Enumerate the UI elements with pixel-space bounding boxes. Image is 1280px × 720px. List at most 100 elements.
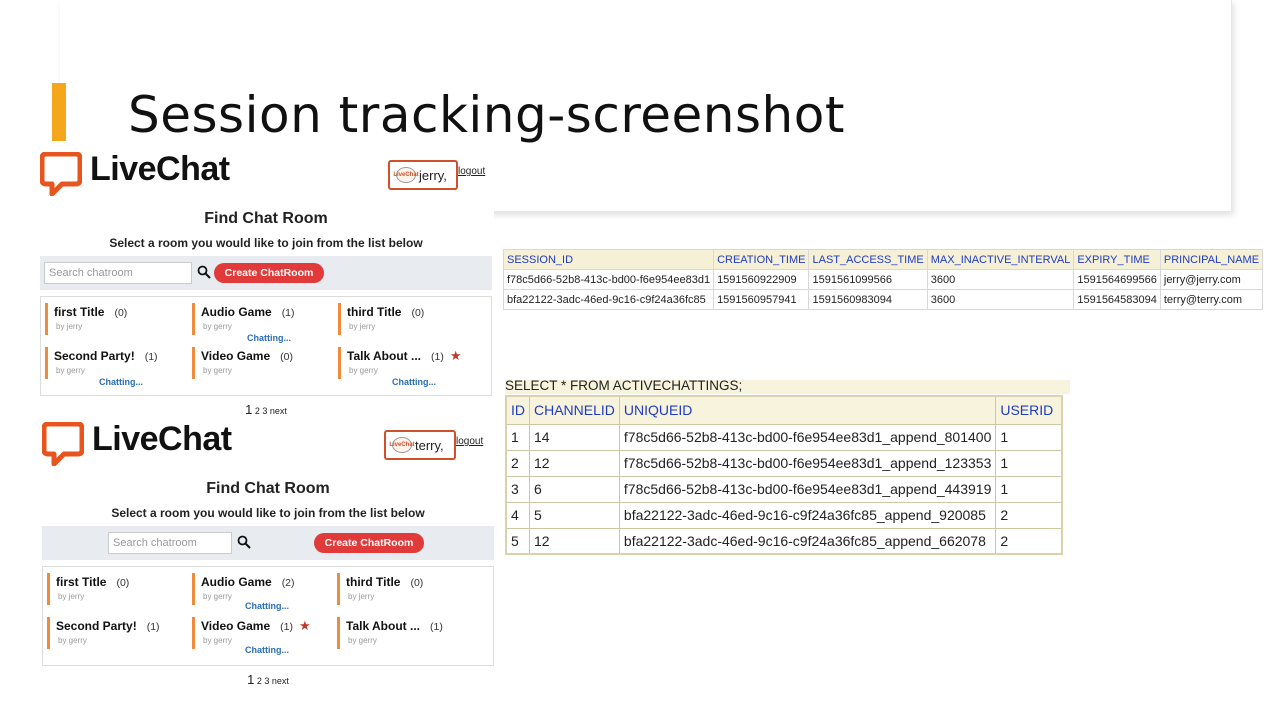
room-item[interactable]: Second Party! (1) by gerry [45,347,185,379]
room-item[interactable]: third Title (0) by jerry [338,303,478,335]
livechat-header: LiveChat LiveChat terry, logout [40,416,496,476]
avatar: LiveChat [389,437,415,453]
chatting-status: Chatting... [247,333,291,343]
room-item[interactable]: first Title (0) by jerry [45,303,185,335]
room-item[interactable]: Talk About ... (1) by gerry [337,617,477,649]
username: jerry, [419,167,447,183]
chat-bubble-icon [41,421,85,466]
table-cell: f78c5d66-52b8-413c-bd00-f6e954ee83d1_app… [618,475,997,503]
page-current[interactable]: 1 [247,672,254,687]
table-row: 2 12 f78c5d66-52b8-413c-bd00-f6e954ee83d… [505,449,1063,477]
room-name: Audio Game [201,575,272,589]
room-count: (1) [281,307,295,319]
room-count: (0) [114,307,128,319]
room-name: third Title [347,305,402,319]
livechat-logo[interactable]: LiveChat [39,150,230,196]
table-cell: 1591560922909 [713,269,810,290]
chatting-status: Chatting... [245,601,289,611]
room-name: Video Game [201,349,271,363]
table-cell: 1591564583094 [1073,289,1161,310]
pagination: 1 2 3 next [40,672,496,687]
column-header: CHANNELID [529,395,620,425]
search-bar: Search chatroom Create ChatRoom [40,256,492,290]
logout-link[interactable]: logout [456,436,483,447]
table-cell: 5 [505,527,530,555]
column-header: USERID [995,395,1063,425]
table-cell: 1591564699566 [1073,269,1161,290]
column-header: LAST_ACCESS_TIME [808,249,928,270]
table-cell: 14 [529,423,620,451]
table-row: f78c5d66-52b8-413c-bd00-f6e954ee83d1 159… [502,269,1264,290]
user-badge[interactable]: LiveChat jerry, [388,160,458,190]
page-links[interactable]: 2 3 next [255,406,287,416]
table-cell: 2 [995,527,1063,555]
room-item[interactable]: first Title (0) by jerry [47,573,187,605]
page-links[interactable]: 2 3 next [257,676,289,686]
title-accent-bar [52,83,66,141]
column-header: UNIQUEID [618,395,997,425]
room-name: third Title [346,575,401,589]
session-table: SESSION_ID CREATION_TIME LAST_ACCESS_TIM… [502,249,1264,310]
chat-bubble-icon [39,151,83,196]
logout-link[interactable]: logout [458,166,485,177]
room-author: by jerry [56,322,83,331]
room-list: first Title (0) by jerry Audio Game (1) by… [40,296,492,396]
table-cell: 2 [995,501,1063,529]
table-cell: f78c5d66-52b8-413c-bd00-f6e954ee83d1_app… [618,423,997,451]
table-cell: 3600 [926,269,1075,290]
room-name: Video Game [201,619,271,633]
room-count: (2) [281,577,295,589]
slide-title: Session tracking-screenshot [128,86,845,144]
find-chat-room-title: Find Chat Room [206,480,330,497]
table-cell: 5 [529,501,620,529]
search-icon[interactable] [197,265,211,279]
livechat-logo[interactable]: LiveChat [41,420,232,466]
table-cell: 6 [529,475,620,503]
table-row: 4 5 bfa22122-3adc-46ed-9c16-c9f24a36fc85… [505,501,1063,529]
table-cell: 12 [529,449,620,477]
search-icon[interactable] [237,535,251,549]
table-cell: f78c5d66-52b8-413c-bd00-f6e954ee83d1_app… [618,449,997,477]
page-current[interactable]: 1 [245,402,252,417]
room-name: Second Party! [54,349,135,363]
room-item[interactable]: Second Party! (1) by gerry [47,617,187,649]
room-name: Talk About ... [347,349,421,363]
search-input[interactable]: Search chatroom [108,532,232,554]
livechat-header: LiveChat LiveChat jerry, logout [38,146,494,206]
room-item[interactable]: Audio Game (1) by gerry [192,303,332,335]
column-header: SESSION_ID [502,249,715,270]
room-item[interactable]: Video Game (0) by gerry [192,347,332,379]
table-cell: bfa22122-3adc-46ed-9c16-c9f24a36fc85 [502,289,715,310]
user-badge[interactable]: LiveChat terry, [384,430,456,460]
star-icon[interactable]: ★ [299,618,311,633]
star-icon[interactable]: ★ [450,348,462,363]
room-count: (0) [116,577,130,589]
create-chatroom-button[interactable]: Create ChatRoom [314,533,424,553]
logo-text: LiveChat [92,420,232,458]
room-item[interactable]: Talk About ... (1) ★ by gerry [338,347,478,379]
create-chatroom-button[interactable]: Create ChatRoom [214,263,324,283]
find-chat-room-subtitle: Select a room you would like to join fro… [109,236,423,250]
room-count: (0) [280,351,293,363]
table-row: 1 14 f78c5d66-52b8-413c-bd00-f6e954ee83d… [505,423,1063,451]
chatting-status: Chatting... [245,645,289,655]
search-input[interactable]: Search chatroom [44,262,192,284]
logo-text: LiveChat [90,150,230,188]
room-item[interactable]: third Title (0) by jerry [337,573,477,605]
table-cell: 12 [529,527,620,555]
room-author: by jerry [348,592,375,601]
room-name: first Title [56,575,107,589]
room-name: Talk About ... [346,619,420,633]
table-cell: 1 [995,475,1063,503]
chatting-status: Chatting... [392,377,436,387]
room-count: (1) [144,351,158,363]
search-bar: Search chatroom Create ChatRoom [42,526,494,560]
room-author: by gerry [203,366,232,375]
table-cell: f78c5d66-52b8-413c-bd00-f6e954ee83d1 [502,269,715,290]
room-count: (1) [431,351,444,363]
column-header: MAX_INACTIVE_INTERVAL [926,249,1075,270]
table-cell: 1591561099566 [808,269,928,290]
table-cell: 3 [505,475,530,503]
pagination: 1 2 3 next [38,402,494,417]
table-row: 5 12 bfa22122-3adc-46ed-9c16-c9f24a36fc8… [505,527,1063,555]
